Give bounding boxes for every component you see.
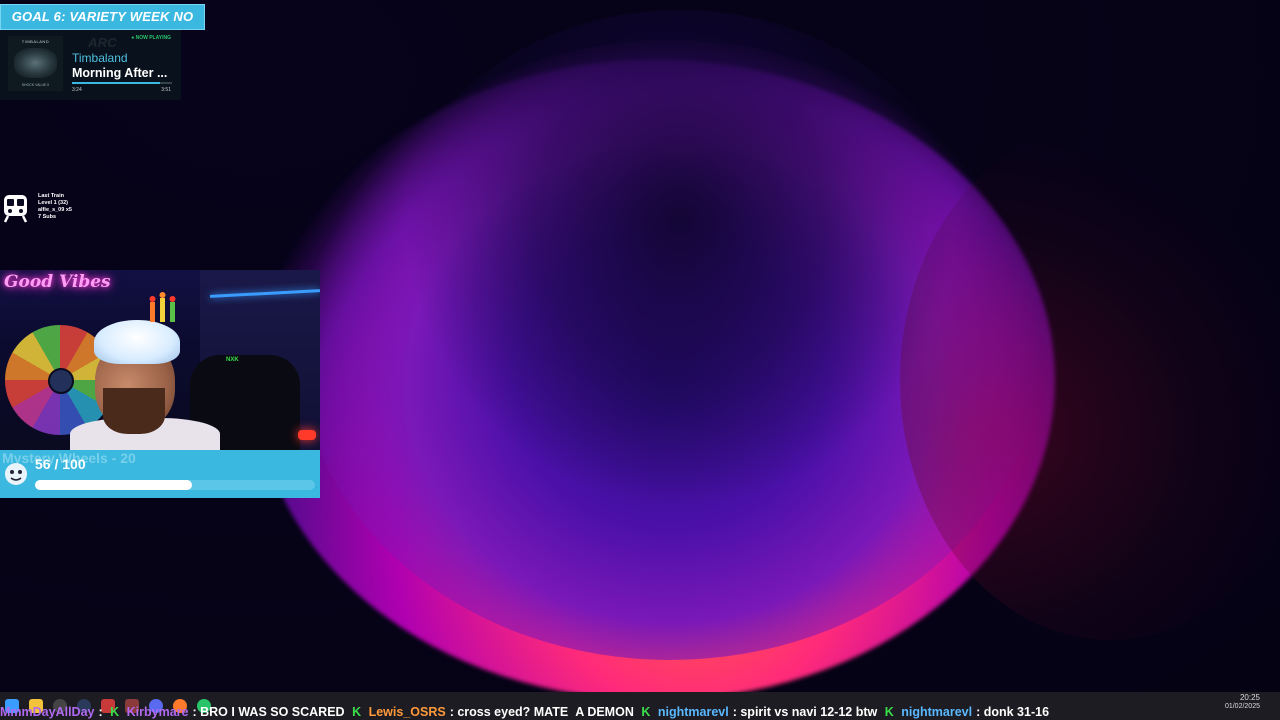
ticker-user-1: MmmDayAllDay bbox=[0, 705, 95, 719]
train-line-2: Level 1 (32) bbox=[38, 200, 68, 206]
kick-badge-icon: K bbox=[641, 705, 651, 719]
ticker-msg-6: : donk 31-16 bbox=[976, 705, 1050, 719]
sub-goal-fill bbox=[35, 480, 192, 490]
sub-goal-track bbox=[35, 480, 315, 490]
chat-ticker: MmmDayAllDay: K Kirbymare: BRO I WAS SO … bbox=[0, 704, 1280, 720]
album-art-bottom-text: SHOCK VALUE II bbox=[21, 83, 50, 87]
train-line-3: alfie_s_09 x5 bbox=[38, 207, 72, 213]
track-elapsed: 3:24 bbox=[72, 87, 82, 93]
train-line-1: Last Train bbox=[38, 193, 64, 199]
candles-icon bbox=[149, 292, 176, 322]
ticker-msg-2: : BRO I WAS SO SCARED bbox=[192, 705, 345, 719]
neon-sign: Good Vibes bbox=[4, 272, 111, 292]
ticker-msg-1: : bbox=[98, 705, 107, 719]
track-duration: 3:51 bbox=[161, 87, 171, 93]
prize-wheel-center bbox=[48, 368, 74, 394]
ticker-user-3: Lewis_OSRS bbox=[368, 705, 446, 719]
train-line-4: 7 Subs bbox=[38, 214, 57, 220]
red-light bbox=[298, 430, 316, 440]
webcam-feed: Good Vibes NXK bbox=[0, 270, 320, 450]
ticker-user-6: nightmarevl bbox=[901, 705, 973, 719]
system-clock[interactable]: 20:25 01/02/2025 bbox=[1225, 693, 1260, 711]
train-icon bbox=[3, 195, 28, 223]
ticker-user-5: nightmarevl bbox=[657, 705, 729, 719]
cake-hat bbox=[94, 320, 180, 364]
ticker-msg-4: A DEMON bbox=[575, 705, 634, 719]
wallpaper-shade bbox=[380, 10, 980, 530]
ticker-user-2: Kirbymare bbox=[126, 705, 189, 719]
kick-badge-icon: K bbox=[352, 705, 362, 719]
track-title: Morning After ... bbox=[72, 66, 168, 80]
sub-goal-count: 56 / 100 bbox=[35, 456, 86, 472]
ticker-msg-5: : spirit vs navi 12-12 btw bbox=[732, 705, 878, 719]
mascot-icon bbox=[5, 463, 27, 485]
track-artist: Timbaland bbox=[72, 51, 128, 65]
track-progress-bar bbox=[72, 82, 172, 84]
kick-badge-icon: K bbox=[884, 705, 894, 719]
clock-date: 01/02/2025 bbox=[1224, 703, 1260, 710]
album-art: TIMBALAND SHOCK VALUE II bbox=[8, 36, 63, 91]
ticker-msg-3: : cross eyed? MATE bbox=[449, 705, 569, 719]
clock-time: 20:25 bbox=[1239, 693, 1260, 702]
track-progress-fill bbox=[72, 82, 160, 84]
kick-badge-icon: K bbox=[110, 705, 120, 719]
album-art-image bbox=[14, 48, 57, 78]
goal-banner: GOAL 6: VARIETY WEEK NO ARC bbox=[0, 4, 205, 50]
now-playing-tag: ● NOW PLAYING bbox=[131, 35, 171, 41]
train-widget-text: Last Train Level 1 (32) alfie_s_09 x5 7 … bbox=[38, 193, 72, 221]
chair-logo: NXK bbox=[226, 357, 239, 363]
streamer-beard bbox=[103, 388, 165, 434]
sub-goal-widget: Mystery Wheels - 20 56 / 100 bbox=[0, 450, 320, 498]
album-art-top-text: TIMBALAND bbox=[21, 39, 50, 44]
now-playing-widget: TIMBALAND SHOCK VALUE II ● NOW PLAYING T… bbox=[0, 30, 181, 100]
